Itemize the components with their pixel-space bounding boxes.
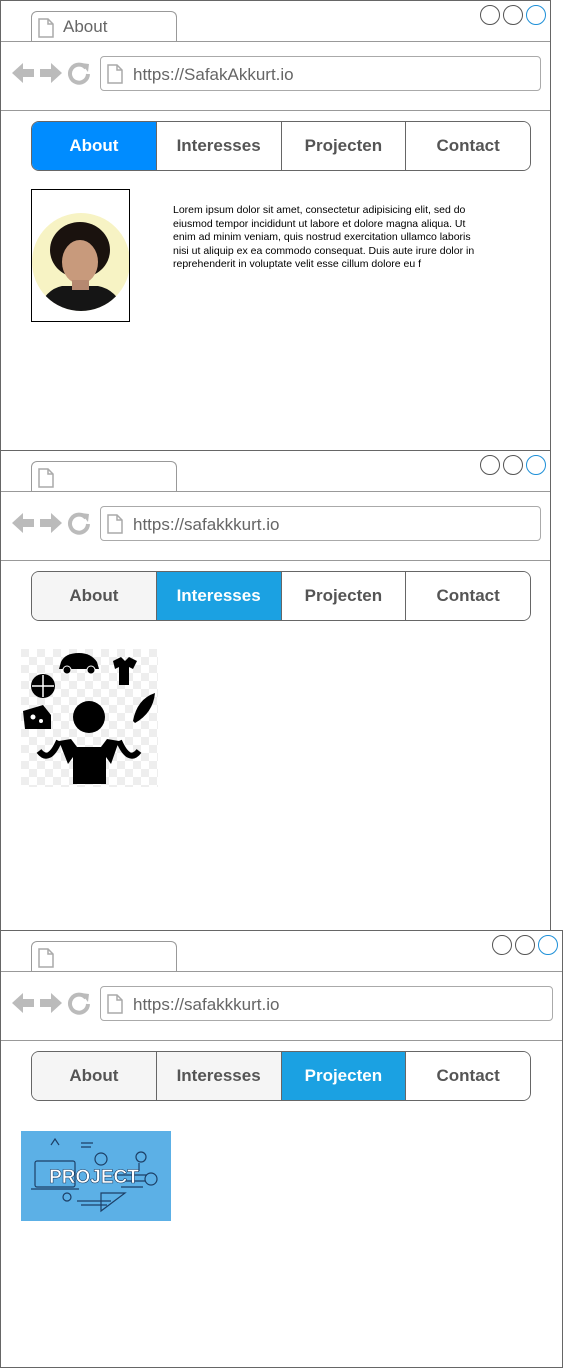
interests-illustration	[21, 649, 158, 787]
menu-item-interesses[interactable]: Interesses	[156, 572, 282, 620]
navigation-buttons	[11, 61, 91, 85]
document-icon	[38, 948, 54, 968]
window-controls	[492, 935, 558, 955]
menu-item-contact[interactable]: Contact	[406, 572, 530, 620]
close-circle-icon[interactable]	[526, 455, 546, 475]
refresh-icon[interactable]	[67, 511, 91, 535]
forward-arrow-icon[interactable]	[39, 991, 63, 1015]
menu-item-projecten[interactable]: Projecten	[281, 122, 407, 170]
menu-item-contact[interactable]: Contact	[406, 122, 530, 170]
document-icon	[38, 468, 54, 488]
close-circle-icon[interactable]	[526, 5, 546, 25]
navigation-buttons	[11, 511, 91, 535]
address-bar[interactable]: https://SafakAkkurt.io	[100, 56, 541, 91]
banner-title: PROJECT	[49, 1167, 139, 1188]
maximize-circle-icon[interactable]	[515, 935, 535, 955]
window-controls	[480, 455, 546, 475]
back-arrow-icon[interactable]	[11, 991, 35, 1015]
menu-item-interesses[interactable]: Interesses	[156, 1052, 282, 1100]
document-icon	[107, 994, 123, 1014]
projects-banner-image: PROJECT	[21, 1131, 171, 1221]
about-text: Lorem ipsum dolor sit amet, consectetur …	[173, 204, 475, 271]
refresh-icon[interactable]	[67, 991, 91, 1015]
url-text: https://safakkkurt.io	[133, 995, 280, 1014]
url-text: https://SafakAkkurt.io	[133, 65, 294, 84]
tab-title: About	[63, 17, 108, 36]
maximize-circle-icon[interactable]	[503, 5, 523, 25]
browser-window-interesses: https://safakkkurt.io About Interesses P…	[0, 450, 551, 931]
minimize-circle-icon[interactable]	[492, 935, 512, 955]
nav-menu: About Interesses Projecten Contact	[31, 121, 531, 171]
document-icon	[107, 64, 123, 84]
browser-window-projecten: https://safakkkurt.io About Interesses P…	[0, 930, 563, 1368]
toolbar-divider	[1, 110, 550, 111]
url-text: https://safakkkurt.io	[133, 515, 280, 534]
maximize-circle-icon[interactable]	[503, 455, 523, 475]
browser-tab[interactable]	[31, 461, 177, 491]
document-icon	[107, 514, 123, 534]
menu-item-about[interactable]: About	[32, 572, 157, 620]
toolbar-divider	[1, 560, 550, 561]
address-bar[interactable]: https://safakkkurt.io	[100, 506, 541, 541]
document-icon	[38, 18, 54, 38]
avatar	[32, 213, 130, 311]
tab-divider	[1, 41, 550, 42]
browser-tab[interactable]	[31, 941, 177, 971]
back-arrow-icon[interactable]	[11, 511, 35, 535]
close-circle-icon[interactable]	[538, 935, 558, 955]
menu-item-interesses[interactable]: Interesses	[156, 122, 282, 170]
menu-item-projecten[interactable]: Projecten	[281, 572, 407, 620]
tab-divider	[1, 491, 550, 492]
menu-item-about[interactable]: About	[32, 1052, 157, 1100]
back-arrow-icon[interactable]	[11, 61, 35, 85]
profile-photo	[31, 189, 130, 322]
toolbar-divider	[1, 1040, 562, 1041]
navigation-buttons	[11, 991, 91, 1015]
minimize-circle-icon[interactable]	[480, 455, 500, 475]
refresh-icon[interactable]	[67, 61, 91, 85]
projects-illustration: PROJECT	[21, 1131, 171, 1221]
window-controls	[480, 5, 546, 25]
menu-item-projecten[interactable]: Projecten	[281, 1052, 407, 1100]
browser-window-about: About https://SafakAkkurt.io About Inter…	[0, 0, 551, 451]
address-bar[interactable]: https://safakkkurt.io	[100, 986, 553, 1021]
minimize-circle-icon[interactable]	[480, 5, 500, 25]
forward-arrow-icon[interactable]	[39, 61, 63, 85]
tab-divider	[1, 971, 562, 972]
nav-menu: About Interesses Projecten Contact	[31, 571, 531, 621]
nav-menu: About Interesses Projecten Contact	[31, 1051, 531, 1101]
menu-item-contact[interactable]: Contact	[406, 1052, 530, 1100]
browser-tab[interactable]: About	[31, 11, 177, 41]
forward-arrow-icon[interactable]	[39, 511, 63, 535]
menu-item-about[interactable]: About	[32, 122, 157, 170]
